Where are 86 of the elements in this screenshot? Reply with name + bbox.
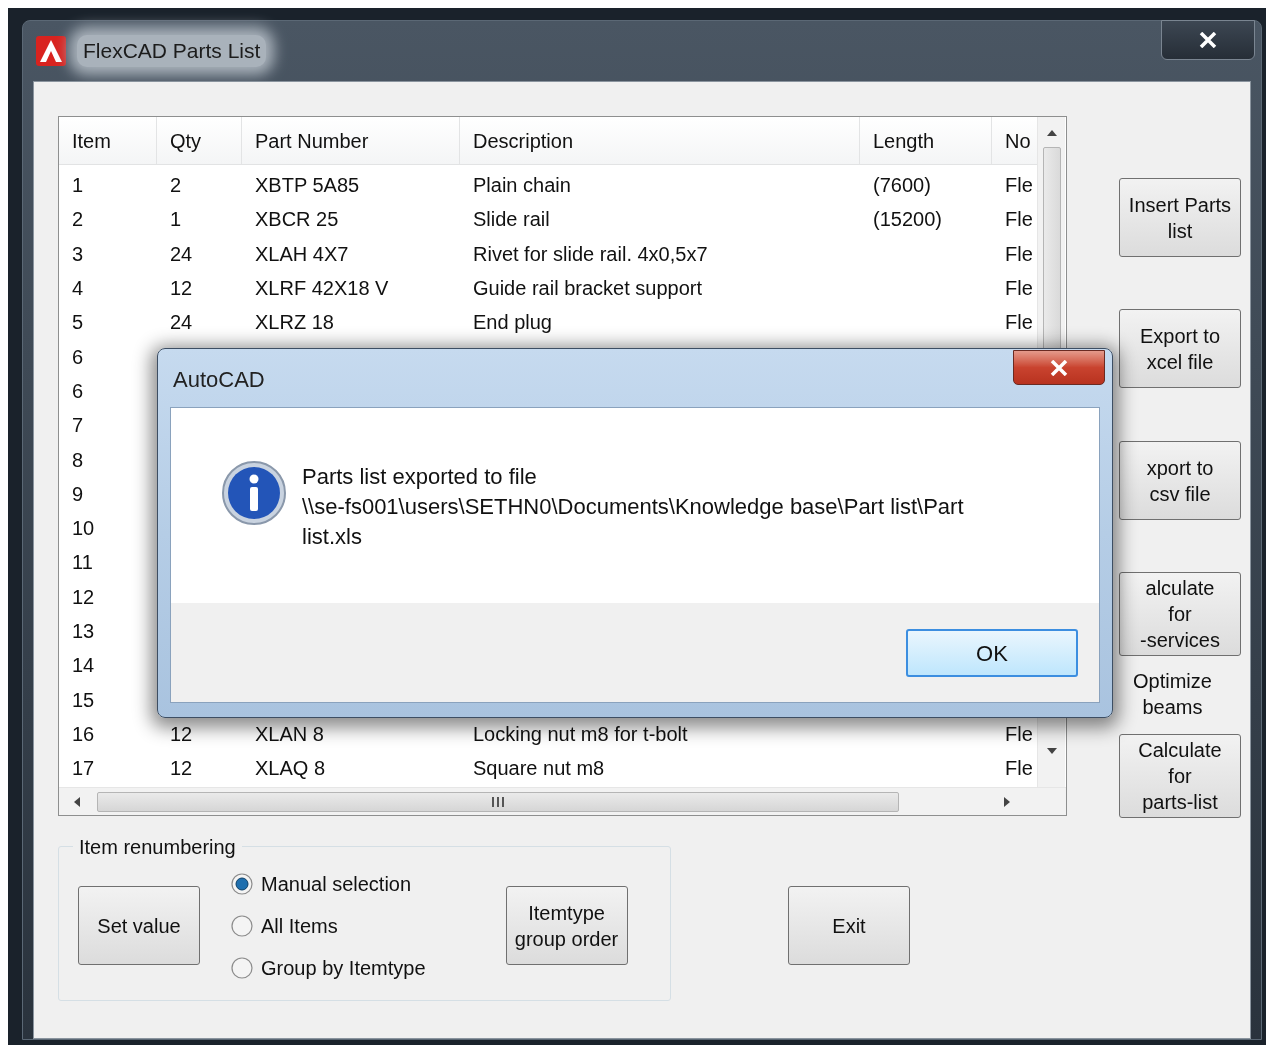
table-cell: 9 xyxy=(72,482,84,505)
table-cell: (15200) xyxy=(873,208,942,231)
info-icon xyxy=(221,460,287,526)
table-cell: 12 xyxy=(170,722,193,745)
column-header[interactable]: Description xyxy=(460,117,860,164)
table-cell: 13 xyxy=(72,620,95,642)
close-icon xyxy=(1199,32,1217,48)
action-button[interactable]: alculate for -services xyxy=(1119,572,1241,656)
table-cell: Square nut m8 xyxy=(473,757,605,780)
table-cell: 24 xyxy=(170,242,193,265)
close-button[interactable] xyxy=(1013,350,1105,385)
table-cell: Fle xyxy=(1005,174,1033,197)
action-button[interactable]: Export to xcel file xyxy=(1119,309,1241,388)
table-cell: Fle xyxy=(1005,757,1033,780)
table-cell: XLRZ 18 xyxy=(255,311,334,334)
table-cell: 14 xyxy=(72,654,95,677)
window-title: FlexCAD Parts List xyxy=(77,35,267,67)
radio-label[interactable]: Group by Itemtype xyxy=(261,952,426,983)
radio-label[interactable]: All Items xyxy=(261,910,338,941)
radio-button[interactable] xyxy=(231,914,253,937)
set-value-button[interactable]: Set value xyxy=(78,886,200,965)
action-button[interactable]: Insert Parts list xyxy=(1119,178,1241,257)
table-cell: Fle xyxy=(1005,277,1033,300)
radio-label[interactable]: Manual selection xyxy=(261,868,412,899)
table-cell: XBTP 5A85 xyxy=(255,174,360,197)
horizontal-scrollbar[interactable] xyxy=(59,787,1066,815)
message-text: Parts list exported to file \\se-fs001\users\SETHN0\Documents\Knowledge base\Part list\Part list.xls xyxy=(302,463,964,551)
grip-icon xyxy=(491,796,505,807)
action-button[interactable]: Calculate for parts-list xyxy=(1119,734,1241,818)
table-cell: 15 xyxy=(72,688,95,711)
table-cell: Plain chain xyxy=(473,174,571,197)
table-cell: End plug xyxy=(473,311,552,334)
close-icon xyxy=(1050,359,1068,376)
scrollbar-thumb[interactable] xyxy=(97,791,899,812)
column-header[interactable]: Part Number xyxy=(242,117,460,164)
table-cell: XLRF 42X18 V xyxy=(255,277,389,300)
table-cell: Rivet for slide rail. 4x0,5x7 xyxy=(473,242,708,265)
app-icon xyxy=(35,35,67,67)
table-cell: XLAN 8 xyxy=(255,722,324,745)
scroll-up-icon[interactable] xyxy=(1045,129,1058,137)
table-cell: 12 xyxy=(170,757,193,780)
column-header[interactable]: No xyxy=(992,117,1037,164)
column-header[interactable]: Item xyxy=(59,117,157,164)
table-cell: 3 xyxy=(72,242,84,265)
close-button[interactable] xyxy=(1161,20,1255,60)
table-cell: Fle xyxy=(1005,242,1033,265)
group-order-button[interactable]: Itemtype group order xyxy=(505,886,628,965)
table-cell: 1 xyxy=(170,208,182,231)
table-cell: Fle xyxy=(1005,722,1033,745)
table-cell: 6 xyxy=(72,345,84,368)
table-cell: 7 xyxy=(72,414,84,437)
table-cell: 4 xyxy=(72,277,84,300)
table-cell: 16 xyxy=(72,722,95,745)
table-cell: Guide rail bracket support xyxy=(473,277,702,300)
table-cell: 12 xyxy=(72,585,95,608)
radio-button[interactable] xyxy=(231,872,253,895)
column-header[interactable]: Length xyxy=(860,117,992,164)
column-header[interactable]: Qty xyxy=(157,117,242,164)
table-cell: XLAQ 8 xyxy=(255,757,326,780)
table-cell: Slide rail xyxy=(473,208,550,231)
table-cell: XLAH 4X7 xyxy=(255,242,349,265)
action-button[interactable]: xport to csv file xyxy=(1119,441,1241,520)
scroll-down-icon[interactable] xyxy=(1045,747,1058,755)
table-cell: 12 xyxy=(170,277,193,300)
table-cell: 17 xyxy=(72,757,95,780)
scroll-right-icon[interactable] xyxy=(1003,795,1011,808)
ok-button[interactable]: OK xyxy=(906,629,1078,677)
table-cell: 8 xyxy=(72,448,84,471)
table-cell: 1 xyxy=(72,174,84,197)
action-label: Optimize beams xyxy=(1133,669,1212,720)
exit-button[interactable]: Exit xyxy=(788,886,910,965)
table-cell: Fle xyxy=(1005,311,1033,334)
table-cell: 5 xyxy=(72,311,84,334)
dialog-title: AutoCAD xyxy=(173,366,265,394)
table-cell: 11 xyxy=(72,551,93,574)
table-cell: 2 xyxy=(72,208,84,231)
table-cell: Fle xyxy=(1005,208,1033,231)
radio-button[interactable] xyxy=(231,956,253,979)
table-cell: XBCR 25 xyxy=(255,208,339,231)
table-cell: 10 xyxy=(72,517,95,540)
table-cell: Locking nut m8 for t-bolt xyxy=(473,722,688,745)
table-cell: 2 xyxy=(170,174,182,197)
scroll-left-icon[interactable] xyxy=(73,795,81,808)
table-cell: 24 xyxy=(170,311,193,334)
table-cell: 6 xyxy=(72,379,84,402)
table-cell: (7600) xyxy=(873,174,931,197)
